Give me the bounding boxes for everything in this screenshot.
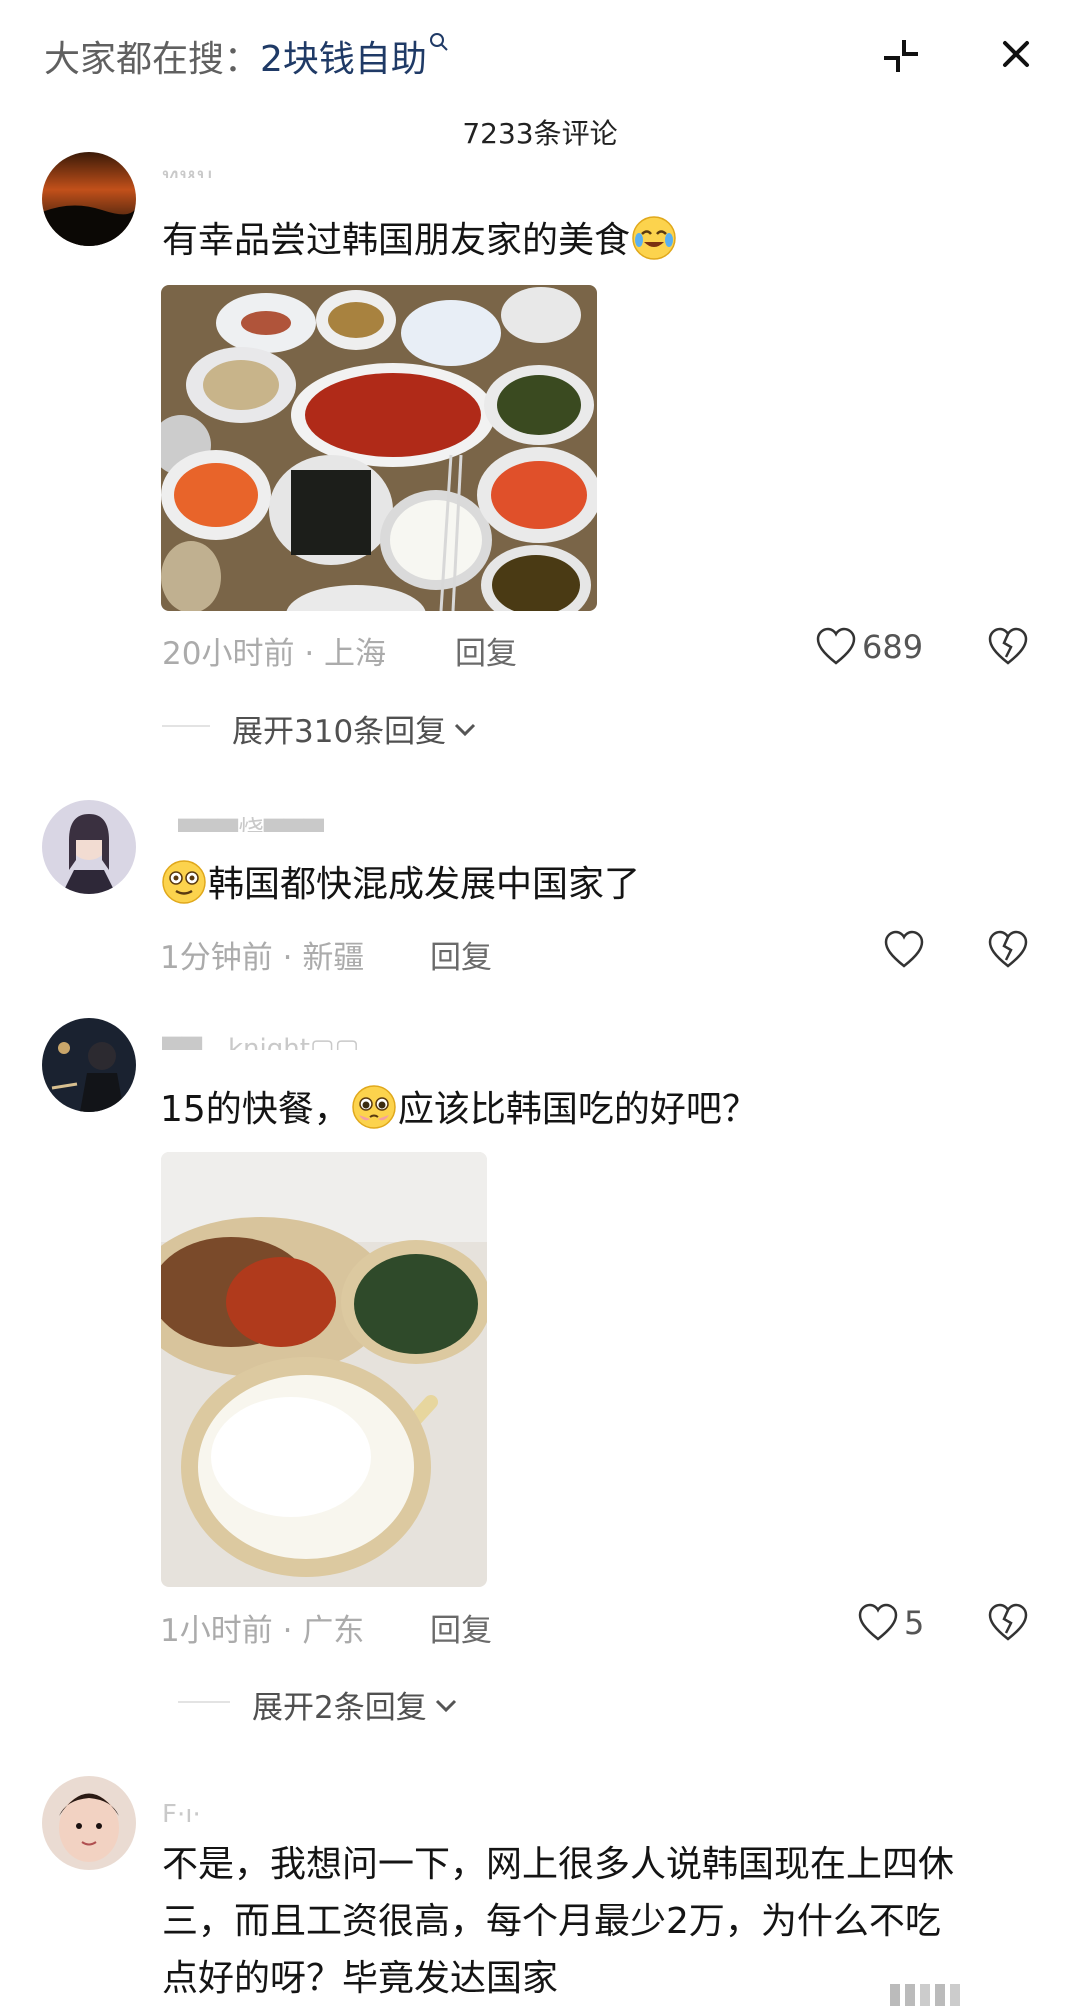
username[interactable]: ▇▇▇烧▇▇▇ <box>178 810 324 832</box>
heart-icon[interactable] <box>882 928 926 972</box>
avatar[interactable] <box>42 800 136 894</box>
avatar[interactable] <box>42 152 136 246</box>
comment-time: 20小时前 <box>162 636 295 672</box>
comment-count: 7233条评论 <box>462 117 618 150</box>
korean-food-photo[interactable] <box>161 285 597 611</box>
comment-text: 15的快餐， 应该比韩国吃的好吧？ <box>160 1083 758 1132</box>
username[interactable]: F·ı· <box>162 1800 201 1822</box>
heart-icon <box>816 627 856 665</box>
reply-button[interactable]: 回复 <box>430 1605 492 1650</box>
collapse-icon[interactable] <box>870 24 930 84</box>
comment-text-line: 不是，我想问一下，网上很多人说韩国现在上四休 <box>162 1844 955 1885</box>
watermark <box>890 1984 960 2006</box>
expand-replies-label: 展开2条回复 <box>252 1690 427 1726</box>
comment-text-content: 韩国都快混成发展中国家了 <box>208 864 641 905</box>
rice-and-soup-image <box>161 1152 487 1587</box>
search-icon <box>429 33 448 51</box>
username[interactable]: ▇▇。knight▢▢ <box>162 1028 359 1050</box>
comment-text-line: 三，而且工资很高，每个月最少2万，为什么不吃 <box>162 1901 941 1942</box>
search-term[interactable]: 2块钱自助 <box>260 39 427 80</box>
username[interactable]: ทหม <box>162 156 213 178</box>
comment-meta: 1分钟前 · 新疆 <box>160 932 364 977</box>
broken-heart-icon[interactable] <box>986 1601 1030 1645</box>
comment-text: 韩国都快混成发展中国家了 <box>160 858 640 907</box>
like-button[interactable]: 5 <box>856 1601 924 1645</box>
expand-divider <box>162 725 210 727</box>
avatar[interactable] <box>42 1776 136 1870</box>
sunset-avatar-image <box>42 152 136 246</box>
reply-button[interactable]: 回复 <box>455 628 517 673</box>
reply-button[interactable]: 回复 <box>430 932 492 977</box>
meta-separator: · <box>304 636 325 672</box>
like-count: 689 <box>862 628 924 666</box>
search-prefix: 大家都在搜： <box>44 39 261 80</box>
comment-text-after: 应该比韩国吃的好吧？ <box>397 1089 758 1130</box>
expand-replies-label: 展开310条回复 <box>232 714 447 750</box>
comment-text-before: 15的快餐， <box>160 1089 350 1130</box>
close-icon[interactable] <box>986 24 1046 84</box>
night-figure-avatar-image <box>42 1018 136 1112</box>
comment-meta: 1小时前 · 广东 <box>160 1605 364 1650</box>
comment-meta: 20小时前 · 上海 <box>162 628 386 673</box>
expand-replies-button[interactable]: 展开310条回复 <box>232 706 478 751</box>
crying-laughing-emoji <box>632 216 676 260</box>
dizzy-face-emoji <box>162 860 206 904</box>
expand-replies-button[interactable]: 展开2条回复 <box>252 1682 459 1727</box>
avatar[interactable] <box>42 1018 136 1112</box>
expand-divider <box>178 1701 230 1703</box>
broken-heart-icon[interactable] <box>986 625 1030 669</box>
comment-text-content: 有幸品尝过韩国朋友家的美食 <box>162 220 631 261</box>
like-button[interactable]: 689 <box>814 625 923 669</box>
comment-location: 广东 <box>302 1613 365 1649</box>
comment-text: 不是，我想问一下，网上很多人说韩国现在上四休 三，而且工资很高，每个月最少2万，… <box>162 1836 1062 2007</box>
chevron-down-icon <box>455 723 476 736</box>
heart-icon <box>858 1603 898 1641</box>
meta-separator: · <box>282 1613 303 1649</box>
comment-text: 有幸品尝过韩国朋友家的美食 <box>162 214 678 263</box>
teary-face-emoji <box>352 1085 396 1129</box>
comment-location: 上海 <box>324 636 387 672</box>
comment-time: 1小时前 <box>160 1613 273 1649</box>
broken-heart-icon[interactable] <box>986 928 1030 972</box>
search-suggestion[interactable]: 大家都在搜：2块钱自助 <box>44 30 449 82</box>
fast-food-photo[interactable] <box>161 1152 487 1587</box>
anime-girl-avatar-image <box>42 800 136 894</box>
korean-table-image <box>161 285 597 611</box>
like-count: 5 <box>904 1604 925 1642</box>
baby-avatar-image <box>42 1776 136 1870</box>
meta-separator: · <box>282 940 303 976</box>
chevron-down-icon <box>435 1699 456 1712</box>
comment-time: 1分钟前 <box>160 940 273 976</box>
comment-location: 新疆 <box>302 940 365 976</box>
